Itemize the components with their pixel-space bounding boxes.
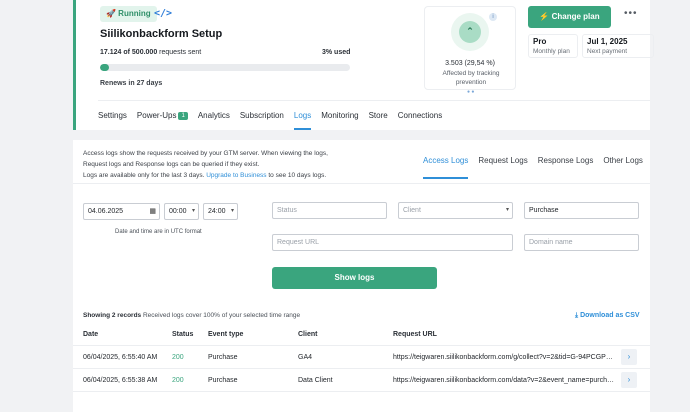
time-from-value: 00:00	[169, 208, 187, 215]
logs-card: Access logs show the requests received b…	[73, 140, 650, 412]
requests-sent: 17.124 of 500.000 requests sent	[100, 49, 201, 56]
column-header-url: Request URL	[393, 331, 437, 338]
tab-power-ups-label: Power-Ups	[136, 111, 177, 120]
requests-used-value: 17.124 of 500.000	[100, 49, 158, 56]
time-from-select[interactable]: 00:00 ▾	[164, 203, 199, 220]
download-csv-link[interactable]: ⤓ Download as CSV	[575, 312, 640, 320]
row-event: Purchase	[208, 354, 238, 361]
divider	[73, 183, 650, 184]
usage-progress-fill	[100, 64, 109, 71]
container-nav: Settings Power-Ups 1 Analytics Subscripti…	[98, 100, 650, 130]
tab-subscription[interactable]: Subscription	[240, 101, 284, 130]
row-client: Data Client	[298, 377, 333, 384]
tracking-value: 3.503 (29,54 %)	[445, 60, 495, 67]
date-value: 04.06.2025	[88, 208, 124, 215]
info-icon[interactable]: i	[489, 13, 497, 21]
domain-name-input[interactable]: Domain name	[524, 234, 639, 251]
records-count: Showing 2 records	[83, 312, 142, 319]
tab-connections[interactable]: Connections	[398, 101, 442, 130]
logs-info-line: Request logs and Response logs can be qu…	[83, 161, 260, 168]
percent-used: 3% used	[322, 49, 351, 56]
container-card: 🚀 Running </> Siilikonbackform Setup 17.…	[73, 0, 654, 130]
event-type-input[interactable]: Purchase	[524, 202, 639, 219]
column-header-status: Status	[172, 331, 194, 338]
carousel-dots[interactable]: ● ●	[467, 89, 474, 95]
table-row[interactable]: 06/04/2025, 6:55:40 AM 200 Purchase GA4 …	[73, 346, 650, 369]
tab-store[interactable]: Store	[369, 101, 388, 130]
row-date: 06/04/2025, 6:55:38 AM	[83, 377, 158, 384]
tab-logs[interactable]: Logs	[293, 101, 312, 130]
row-url: https://teigwaren.siilikonbackform.com/d…	[393, 377, 615, 384]
chevron-down-icon: ▾	[505, 207, 509, 213]
chevron-down-icon: ▾	[191, 208, 195, 214]
records-summary: Showing 2 records Received logs cover 10…	[83, 312, 300, 319]
plan-name: Pro	[533, 37, 547, 46]
download-icon: ⤓	[575, 312, 579, 319]
status-input[interactable]: Status	[272, 202, 387, 219]
plan-info: Pro Monthly plan	[528, 34, 578, 58]
date-input[interactable]: 04.06.2025 ▦	[83, 203, 160, 220]
logs-info: Access logs show the requests received b…	[83, 148, 353, 181]
request-url-input[interactable]: Request URL	[272, 234, 513, 251]
change-plan-button[interactable]: ⚡ Change plan	[528, 6, 611, 28]
column-header-client: Client	[298, 331, 318, 338]
tab-settings[interactable]: Settings	[98, 101, 127, 130]
table-row[interactable]: 06/04/2025, 6:55:38 AM 200 Purchase Data…	[73, 369, 650, 392]
power-ups-count-badge: 1	[178, 112, 188, 120]
row-status: 200	[172, 377, 184, 384]
tab-monitoring[interactable]: Monitoring	[321, 101, 358, 130]
client-placeholder: Client	[403, 207, 421, 214]
time-to-select[interactable]: 24:00 ▾	[203, 203, 238, 220]
plan-label: Monthly plan	[533, 48, 570, 55]
row-client: GA4	[298, 354, 313, 361]
logs-retention-suffix: to see 10 days logs.	[268, 172, 327, 179]
tracking-prevention-panel: ⌃ i 3.503 (29,54 %) Affected by tracking…	[424, 6, 516, 95]
row-status: 200	[172, 354, 184, 361]
logs-info-line: Access logs show the requests received b…	[83, 150, 328, 157]
chevron-down-icon: ▾	[230, 208, 234, 214]
show-logs-button[interactable]: Show logs	[272, 267, 437, 289]
tracking-description: Affected by tracking prevention	[442, 70, 500, 86]
chevron-right-icon[interactable]: ›	[621, 349, 637, 365]
renews-text: Renews in 27 days	[100, 80, 163, 87]
utc-note: Date and time are in UTC format	[115, 229, 202, 235]
next-payment-label: Next payment	[587, 48, 628, 55]
table-header: Date Status Event type Client Request UR…	[73, 324, 650, 346]
time-to-value: 24:00	[208, 208, 226, 215]
row-event: Purchase	[208, 377, 238, 384]
row-date: 06/04/2025, 6:55:40 AM	[83, 354, 158, 361]
row-url: https://teigwaren.siilikonbackform.com/g…	[393, 354, 615, 361]
tab-access-logs[interactable]: Access Logs	[423, 156, 469, 179]
logs-info-line: Logs are available only for the last 3 d…	[83, 170, 353, 181]
chevron-up-icon: ⌃	[459, 21, 481, 43]
more-options-icon[interactable]: •••	[624, 8, 638, 19]
logs-retention-text: Logs are available only for the last 3 d…	[83, 172, 205, 179]
tab-request-logs[interactable]: Request Logs	[478, 156, 527, 179]
next-payment-date: Jul 1, 2025	[587, 37, 628, 46]
usage-progress-bar	[100, 64, 350, 71]
next-payment-info: Jul 1, 2025 Next payment	[582, 34, 654, 58]
tracking-indicator: ⌃	[451, 13, 489, 51]
chevron-right-icon[interactable]: ›	[621, 372, 637, 388]
container-title: Siilikonbackform Setup	[100, 28, 223, 40]
download-csv-label: Download as CSV	[580, 312, 640, 319]
log-type-tabs: Access Logs Request Logs Response Logs O…	[423, 156, 643, 179]
tab-power-ups[interactable]: Power-Ups 1	[137, 101, 188, 130]
tab-response-logs[interactable]: Response Logs	[538, 156, 594, 179]
records-coverage: Received logs cover 100% of your selecte…	[142, 312, 301, 319]
requests-suffix: requests sent	[159, 49, 202, 56]
tab-other-logs[interactable]: Other Logs	[603, 156, 643, 179]
column-header-date: Date	[83, 331, 99, 338]
tab-analytics[interactable]: Analytics	[198, 101, 230, 130]
calendar-icon[interactable]: ▦	[149, 204, 156, 219]
status-badge: 🚀 Running	[100, 6, 157, 22]
code-icon[interactable]: </>	[154, 8, 172, 19]
upgrade-link[interactable]: Upgrade to Business	[206, 172, 266, 179]
column-header-event: Event type	[208, 331, 244, 338]
client-select[interactable]: Client ▾	[398, 202, 513, 219]
